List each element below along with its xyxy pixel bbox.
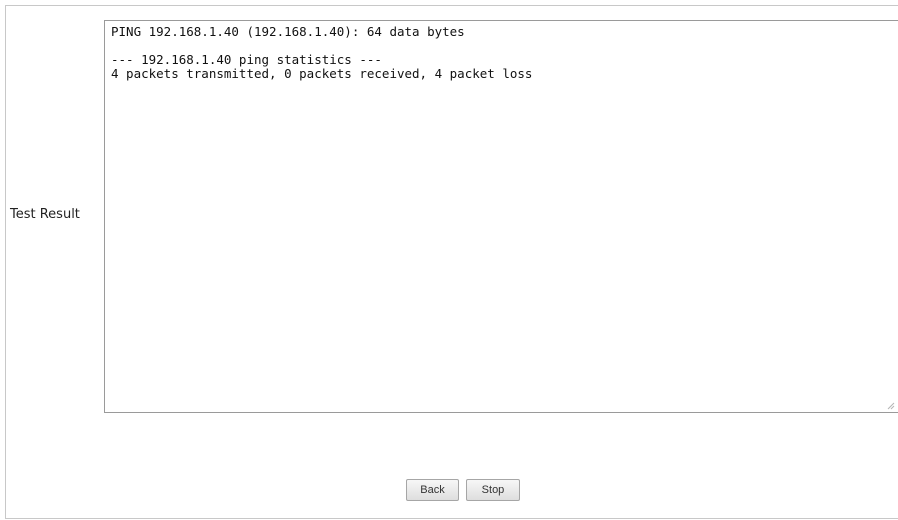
resize-grip-icon[interactable] — [883, 398, 895, 410]
test-result-output[interactable]: PING 192.168.1.40 (192.168.1.40): 64 dat… — [104, 20, 898, 413]
stop-button[interactable]: Stop — [466, 479, 520, 501]
back-button[interactable]: Back — [406, 479, 459, 501]
test-result-label: Test Result — [10, 207, 80, 222]
